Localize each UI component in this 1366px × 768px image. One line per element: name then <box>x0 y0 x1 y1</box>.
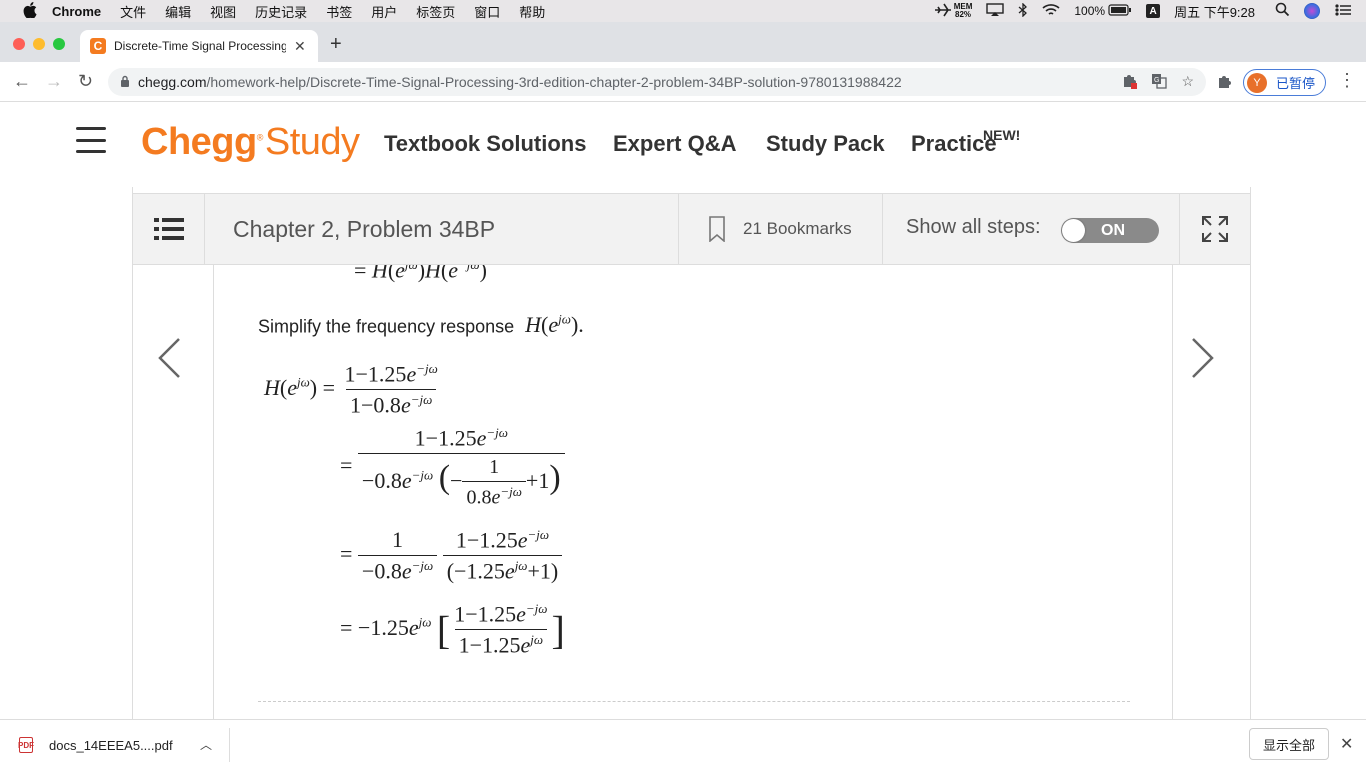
fullscreen-button[interactable] <box>1179 194 1250 264</box>
bluetooth-icon[interactable] <box>1018 1 1028 20</box>
equation-previous-line: = H(ejω)H(e−jω) <box>354 265 487 283</box>
menu-view[interactable]: 视图 <box>210 2 236 21</box>
chrome-menu-icon[interactable]: ⋮ <box>1338 70 1356 91</box>
bookmark-count: 21 Bookmarks <box>743 219 852 238</box>
reload-icon[interactable]: ↻ <box>78 71 93 92</box>
browser-toolbar: ← → ↻ chegg.com/homework-help/Discrete-T… <box>0 62 1366 102</box>
inline-math: H(ejω). <box>525 312 584 338</box>
step-explanation: Simplify the frequency response H(ejω). <box>258 312 584 338</box>
forward-arrow-icon[interactable]: → <box>45 71 63 92</box>
menu-people[interactable]: 用户 <box>371 2 397 21</box>
step-divider <box>258 701 1130 702</box>
profile-status-label: 已暂停 <box>1276 76 1316 91</box>
battery-percent: 100% <box>1074 4 1106 18</box>
wifi-icon[interactable] <box>1042 3 1060 20</box>
equation-line-3: = 1 −0.8e−jω 1−1.25e−jω (−1.25ejω+1) <box>340 527 563 585</box>
logo-chegg-text: Chegg <box>141 121 257 163</box>
downloads-shelf: PDF docs_14EEEA5....pdf ︿ 显示全部 ✕ <box>0 719 1366 768</box>
new-tab-button[interactable]: + <box>330 33 342 56</box>
previous-step-arrow-icon[interactable] <box>157 337 181 384</box>
window-zoom-button[interactable] <box>53 38 65 50</box>
step-explanation-text: Simplify the frequency response <box>258 316 515 337</box>
logo-study-text: Study <box>264 121 360 163</box>
memory-value: 82% <box>955 10 972 19</box>
show-all-steps-label: Show all steps: <box>906 216 1041 238</box>
profile-button[interactable]: Y 已暂停 <box>1243 69 1327 96</box>
airplay-icon[interactable] <box>986 2 1005 20</box>
chevron-up-icon[interactable]: ︿ <box>200 736 212 753</box>
bookmark-star-icon[interactable]: ☆ <box>1181 73 1194 92</box>
siri-icon[interactable] <box>1304 3 1320 19</box>
svg-text:G: G <box>1154 77 1159 84</box>
equation-line-4: = −1.25ejω [1−1.25e−jω 1−1.25ejω] <box>340 601 565 658</box>
tab-title: Discrete-Time Signal Processing <box>114 39 286 53</box>
memory-indicator[interactable]: MEM 82% <box>954 3 973 19</box>
equation-line-1: H(ejω) = 1−1.25e−jω 1−0.8e−jω <box>264 361 438 418</box>
new-badge: NEW! <box>983 127 1021 143</box>
bookmark-button[interactable]: 21 Bookmarks <box>678 194 883 264</box>
shelf-separator <box>229 728 230 762</box>
menu-tab[interactable]: 标签页 <box>416 2 455 21</box>
close-shelf-icon[interactable]: ✕ <box>1340 734 1353 754</box>
translate-icon[interactable]: G <box>1151 73 1168 92</box>
tab-close-icon[interactable]: ✕ <box>294 38 306 55</box>
url-path: /homework-help/Discrete-Time-Signal-Proc… <box>206 74 902 90</box>
menu-edit[interactable]: 编辑 <box>165 2 191 21</box>
browser-tab-strip: C Discrete-Time Signal Processing ✕ + <box>0 22 1366 62</box>
battery-icon[interactable] <box>1108 3 1132 19</box>
back-arrow-icon[interactable]: ← <box>13 71 31 92</box>
solution-content: = H(ejω)H(e−jω) Simplify the frequency r… <box>213 265 1173 719</box>
show-all-downloads-button[interactable]: 显示全部 <box>1249 728 1329 760</box>
macos-menubar: Chrome 文件 编辑 视图 历史记录 书签 用户 标签页 窗口 帮助 MEM… <box>0 0 1366 22</box>
window-close-button[interactable] <box>13 38 25 50</box>
menu-bookmarks[interactable]: 书签 <box>326 2 352 21</box>
bookmark-icon <box>709 216 725 242</box>
nav-study-pack[interactable]: Study Pack <box>766 131 885 157</box>
chegg-favicon-icon: C <box>90 38 106 54</box>
url-domain: chegg.com <box>138 74 207 90</box>
input-method-icon[interactable]: A <box>1146 4 1161 18</box>
spotlight-search-icon[interactable] <box>1275 2 1290 20</box>
chapter-problem-title: Chapter 2, Problem 34BP <box>233 216 496 242</box>
nav-textbook-solutions[interactable]: Textbook Solutions <box>384 131 586 157</box>
airplane-icon[interactable] <box>934 3 952 20</box>
expand-icon <box>1202 216 1228 242</box>
menubar-clock[interactable]: 周五 下午9:28 <box>1174 2 1255 21</box>
list-icon <box>153 218 184 240</box>
address-bar[interactable]: chegg.com/homework-help/Discrete-Time-Si… <box>108 68 1206 96</box>
menu-help[interactable]: 帮助 <box>519 2 545 21</box>
menu-history[interactable]: 历史记录 <box>255 2 307 21</box>
profile-avatar: Y <box>1247 72 1267 93</box>
download-filename[interactable]: docs_14EEEA5....pdf <box>49 738 173 753</box>
menu-file[interactable]: 文件 <box>120 2 146 21</box>
hamburger-menu-icon[interactable] <box>76 125 106 155</box>
equation-line-2: = 1−1.25e−jω −0.8e−jω (− 1 0.8e−jω +1) <box>340 425 565 510</box>
show-all-steps-toggle[interactable]: ON <box>1061 218 1159 243</box>
extension-blocked-icon[interactable] <box>1121 73 1138 92</box>
extensions-puzzle-icon[interactable] <box>1216 74 1232 94</box>
solution-viewer: Chapter 2, Problem 34BP 21 Bookmarks Sho… <box>132 187 1251 719</box>
chegg-header: Chegg®Study Textbook Solutions Expert Q&… <box>0 103 1366 187</box>
control-center-icon[interactable] <box>1334 3 1352 20</box>
lock-icon[interactable] <box>120 75 130 90</box>
window-minimize-button[interactable] <box>33 38 45 50</box>
pdf-file-icon: PDF <box>18 737 34 753</box>
apple-menu-icon[interactable] <box>20 1 40 21</box>
steps-list-button[interactable] <box>133 194 205 264</box>
toggle-knob <box>1062 219 1085 242</box>
next-step-arrow-icon[interactable] <box>1191 337 1215 384</box>
nav-expert-qa[interactable]: Expert Q&A <box>613 131 736 157</box>
viewer-toolbar: Chapter 2, Problem 34BP 21 Bookmarks Sho… <box>133 193 1250 265</box>
toggle-state: ON <box>1101 221 1125 239</box>
chegg-study-logo[interactable]: Chegg®Study <box>141 121 360 164</box>
browser-tab[interactable]: C Discrete-Time Signal Processing ✕ <box>80 30 318 62</box>
menu-window[interactable]: 窗口 <box>474 2 500 21</box>
menu-app-name[interactable]: Chrome <box>52 4 101 19</box>
